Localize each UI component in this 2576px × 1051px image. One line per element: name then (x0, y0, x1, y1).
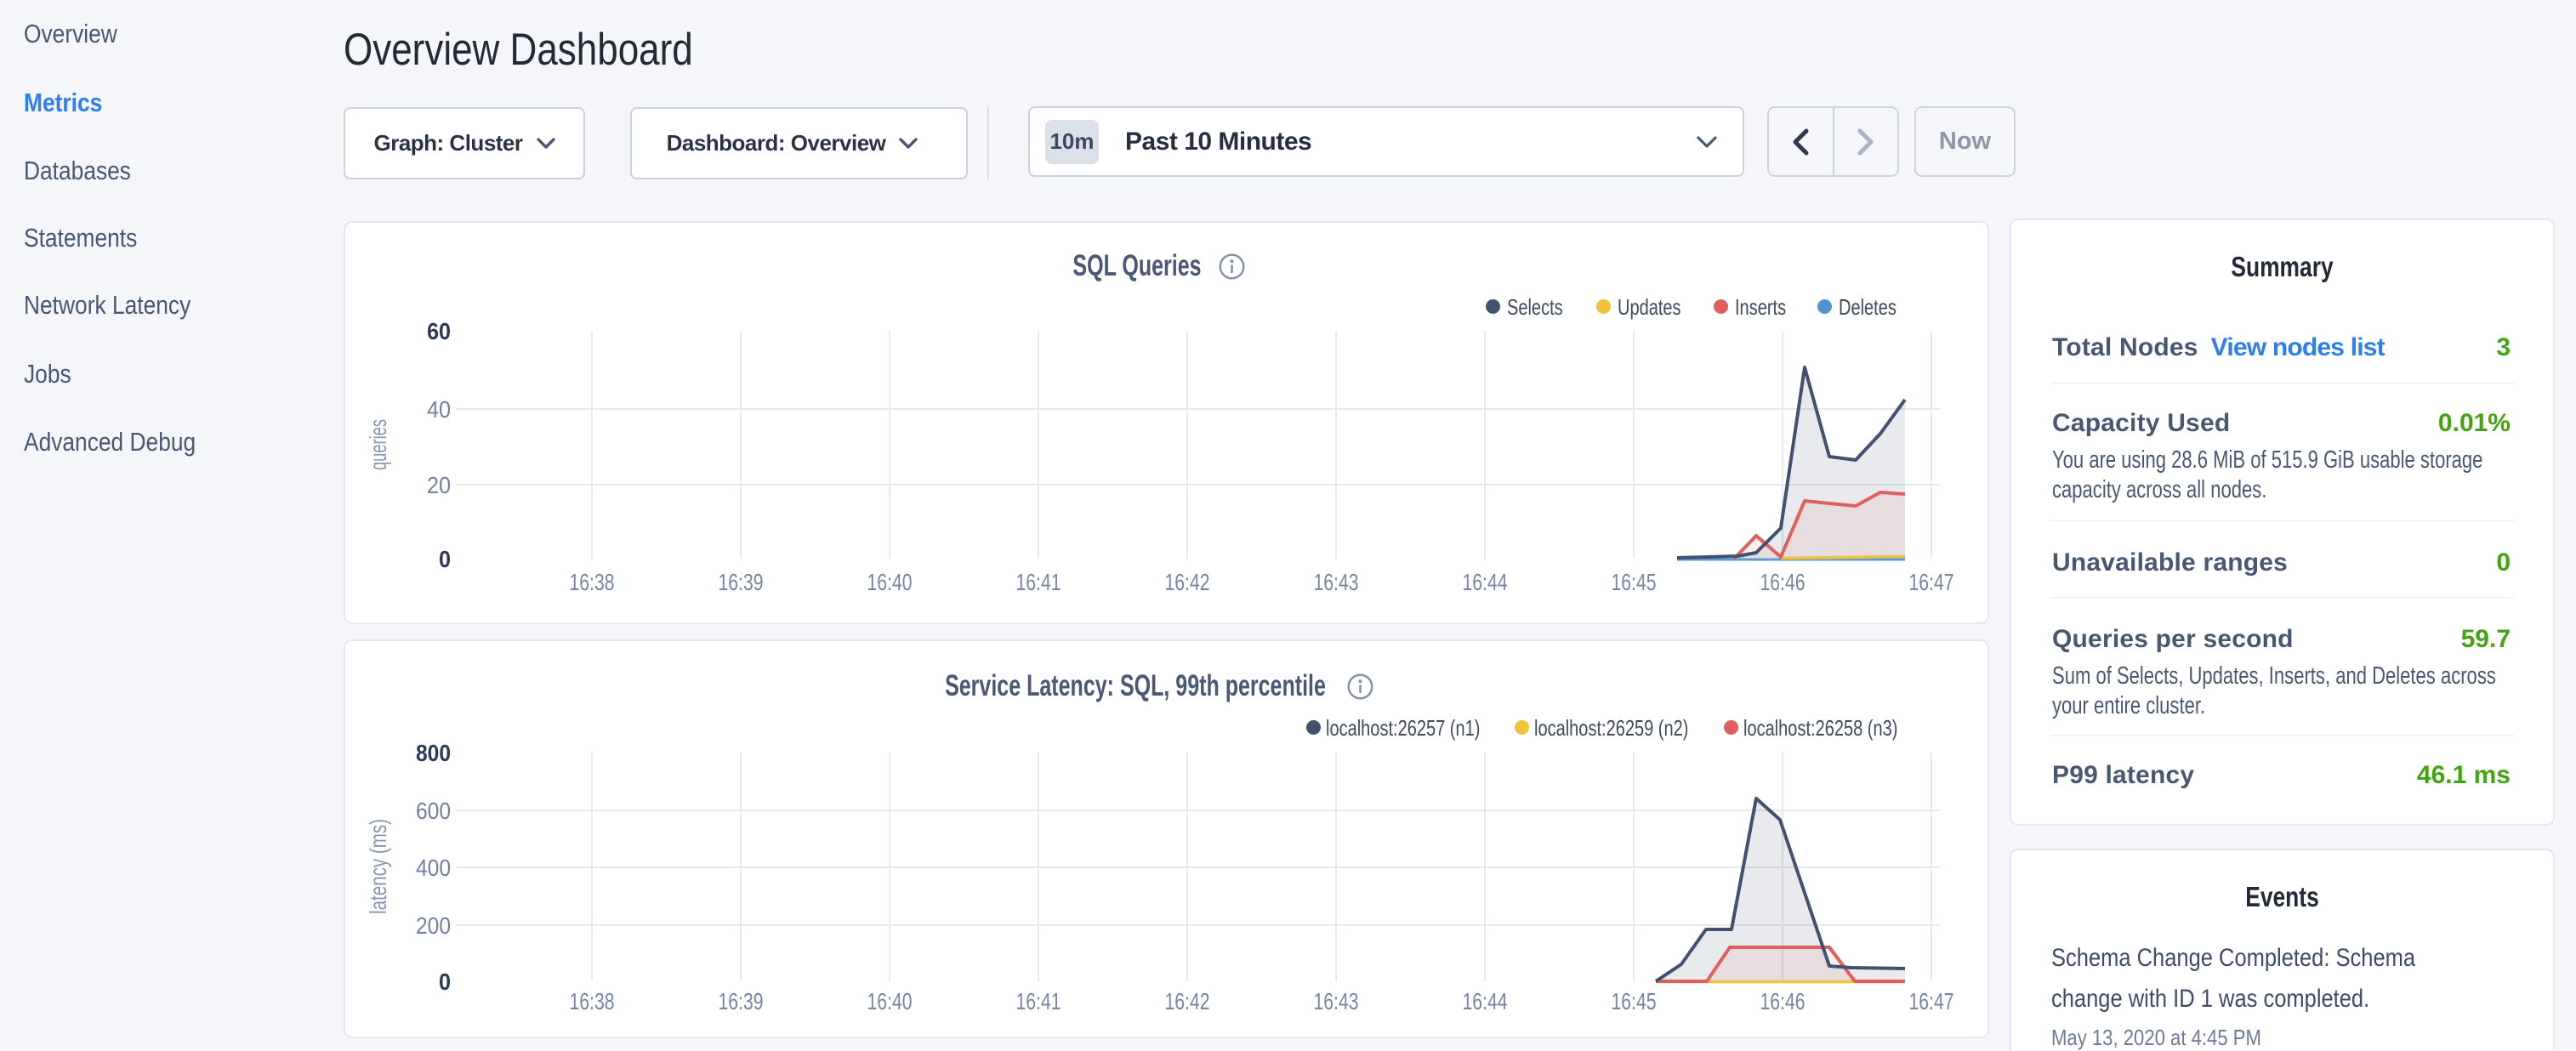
svg-text:16:45: 16:45 (1612, 569, 1657, 595)
svg-text:latency (ms): latency (ms) (365, 819, 391, 914)
svg-text:16:43: 16:43 (1314, 569, 1359, 595)
svg-text:16:41: 16:41 (1016, 569, 1061, 595)
svg-text:16:40: 16:40 (867, 569, 913, 595)
svg-text:16:38: 16:38 (570, 569, 615, 595)
svg-text:16:46: 16:46 (1760, 988, 1805, 1014)
svg-text:queries: queries (365, 419, 391, 470)
svg-text:16:40: 16:40 (867, 988, 913, 1014)
svg-text:20: 20 (427, 472, 451, 498)
svg-text:16:45: 16:45 (1612, 988, 1657, 1014)
svg-text:16:47: 16:47 (1909, 569, 1954, 595)
svg-text:16:39: 16:39 (719, 988, 764, 1014)
svg-text:0: 0 (439, 969, 451, 995)
svg-text:400: 400 (416, 855, 451, 881)
svg-text:16:39: 16:39 (719, 569, 764, 595)
svg-text:800: 800 (416, 740, 451, 766)
svg-text:16:46: 16:46 (1760, 569, 1805, 595)
svg-text:600: 600 (416, 798, 451, 824)
svg-text:16:41: 16:41 (1016, 988, 1061, 1014)
svg-text:16:43: 16:43 (1314, 988, 1359, 1014)
svg-text:40: 40 (427, 396, 451, 423)
svg-text:16:47: 16:47 (1909, 988, 1954, 1014)
svg-text:16:44: 16:44 (1463, 988, 1508, 1014)
svg-text:0: 0 (439, 546, 451, 572)
svg-text:16:38: 16:38 (570, 988, 615, 1014)
svg-text:16:42: 16:42 (1165, 569, 1210, 595)
svg-text:60: 60 (427, 318, 451, 344)
svg-text:200: 200 (416, 912, 451, 939)
svg-text:16:42: 16:42 (1165, 988, 1210, 1014)
svg-text:16:44: 16:44 (1463, 569, 1508, 595)
